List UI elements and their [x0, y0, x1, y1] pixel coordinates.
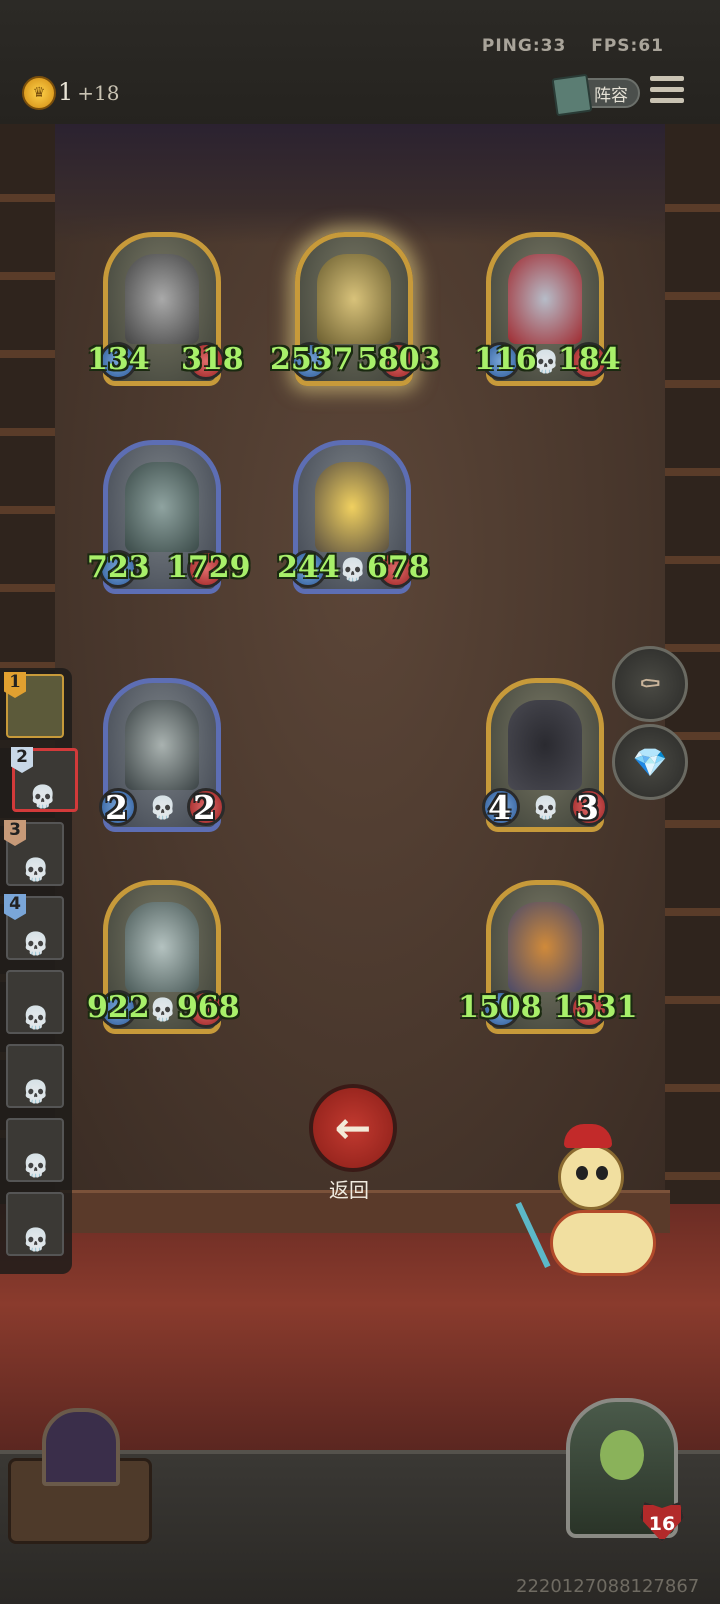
unit-card-shark[interactable]: 723 1729 [87, 440, 251, 598]
shop-window-icon [42, 1408, 120, 1486]
unit-card-gold-robot[interactable]: 💀 244 678 [277, 440, 430, 598]
player-slot-7[interactable]: 💀 [6, 1118, 64, 1182]
book-icon [551, 73, 593, 117]
rank-badge: 1 [4, 672, 26, 698]
health-value: 1531 [554, 990, 638, 1025]
gothic-arch [55, 124, 665, 244]
attack-value: 1508 [458, 990, 542, 1025]
skull-icon: 💀 [22, 1228, 50, 1253]
skull-icon: 💀 [149, 998, 177, 1023]
back-button[interactable]: ← [309, 1084, 397, 1172]
player-slot-6[interactable]: 💀 [6, 1044, 64, 1108]
crystal-icon: 💎 [632, 745, 668, 779]
lineup-button[interactable]: 阵容 [551, 73, 640, 117]
player-slot-5[interactable]: 💀 [6, 970, 64, 1034]
player-list-sidebar: 1 2 💀 3 💀 4 💀 💀 💀 💀 💀 [0, 668, 78, 1274]
elf-hero-icon [600, 1430, 644, 1480]
hero-health-value: 16 [648, 1513, 676, 1535]
player-slot-4[interactable]: 4 💀 [4, 894, 64, 960]
health-value: 678 [367, 550, 430, 585]
skull-icon: 💀 [532, 796, 560, 821]
arrow-left-icon: ← [334, 1102, 372, 1154]
knight-portrait [125, 254, 199, 344]
shark-portrait [125, 462, 199, 552]
skull-icon: 💀 [22, 932, 50, 957]
fps-text: FPS:61 [591, 36, 664, 56]
reaper-portrait [508, 700, 582, 790]
attack-value: 116 [474, 342, 537, 377]
rank-badge: 3 [4, 820, 26, 846]
nun-portrait [125, 902, 199, 992]
crystal-button[interactable]: 💎 [612, 724, 688, 800]
unit-card-dome-robot[interactable]: 💀 2 2 [99, 678, 225, 836]
rank-badge: 4 [4, 894, 26, 920]
attack-value: 922 [87, 990, 150, 1025]
player-slot-3[interactable]: 3 💀 [4, 820, 64, 886]
skull-icon: 💀 [22, 1006, 50, 1031]
gold-counter: 1 +18 [58, 78, 120, 106]
skull-icon: 💀 [22, 1154, 50, 1179]
gold-amount: 1 [58, 78, 74, 106]
player-slot-8[interactable]: 💀 [6, 1192, 64, 1256]
skull-icon: 💀 [339, 558, 367, 583]
skull-icon: 💀 [29, 785, 57, 810]
health-value: 5803 [357, 342, 441, 377]
menu-icon[interactable] [650, 76, 684, 108]
attack-value: 134 [87, 342, 150, 377]
health-value: 968 [177, 990, 240, 1025]
seed-text: 2220127088127867 [516, 1576, 700, 1597]
gold-income: +18 [77, 81, 120, 105]
unit-card-pumpkin[interactable]: 1508 1531 [458, 880, 638, 1038]
attack-value: 244 [277, 550, 340, 585]
unit-card-knight[interactable]: 134 318 [87, 232, 244, 390]
snake-mascot[interactable] [515, 1124, 656, 1280]
player-slot-1[interactable]: 1 [4, 672, 64, 738]
back-label: 返回 [329, 1178, 369, 1202]
attack-value: 2537 [270, 342, 354, 377]
skull-icon: 💀 [22, 858, 50, 883]
unit-card-reaper[interactable]: 💀 4 3 [482, 678, 608, 836]
dome-robot-portrait [125, 700, 199, 790]
health-value: 318 [181, 342, 244, 377]
player-slot-2[interactable]: 2 💀 [11, 747, 78, 812]
health-value: 184 [558, 342, 621, 377]
gold-robot-portrait [315, 462, 389, 552]
skull-icon: 💀 [22, 1080, 50, 1105]
attack-value: 2 [105, 788, 128, 827]
unit-card-vampire[interactable]: 💀 116 184 [474, 232, 621, 390]
attack-value: 4 [488, 788, 511, 827]
health-value: 3 [576, 788, 599, 827]
coffin-button[interactable]: ⚰ [612, 646, 688, 722]
skull-icon: 💀 [149, 796, 177, 821]
pumpkin-portrait [508, 902, 582, 992]
vampire-portrait [508, 254, 582, 344]
top-bar: PING:33 FPS:61 ♛ 1 +18 阵容 [0, 0, 720, 127]
golem-portrait [317, 254, 391, 344]
unit-card-nun[interactable]: 💀 922 968 [87, 880, 240, 1038]
lineup-label: 阵容 [594, 85, 628, 106]
attack-value: 723 [87, 550, 150, 585]
health-value: 1729 [167, 550, 251, 585]
coffin-icon: ⚰ [638, 667, 662, 701]
health-value: 2 [193, 788, 216, 827]
network-stats: PING:33 FPS:61 [464, 36, 664, 56]
unit-card-golem[interactable]: 2537 5803 [270, 232, 441, 390]
shop-button[interactable] [8, 1408, 152, 1544]
rank-badge: 2 [11, 747, 33, 773]
crown-coin-icon: ♛ [22, 76, 56, 110]
ping-text: PING:33 [481, 36, 567, 56]
